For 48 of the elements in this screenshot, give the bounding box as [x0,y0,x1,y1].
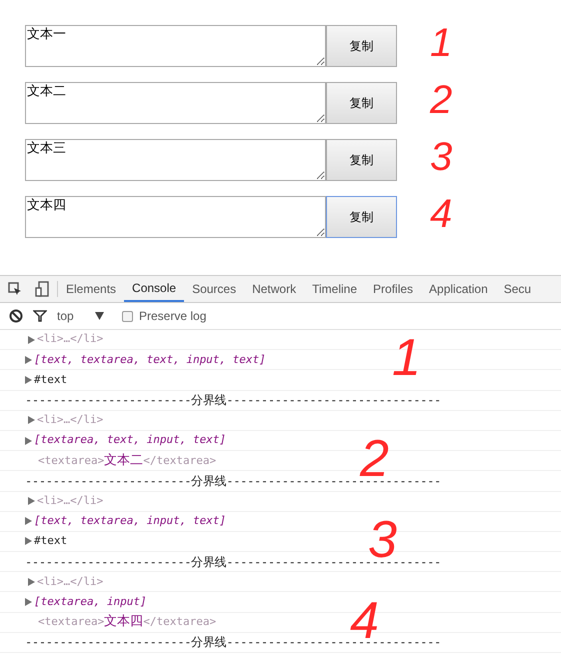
devtools-tab[interactable]: Network [244,276,304,302]
checkbox-label: Preserve log [139,308,206,325]
dropdown-icon[interactable] [95,312,104,320]
expand-triangle-icon[interactable] [25,517,32,526]
devtools-tab[interactable]: Console [124,276,184,302]
log-message: ------------------------分界线------------------------------- [25,392,441,410]
devtools-tab[interactable]: Sources [184,276,244,302]
copy-button[interactable]: 复制 [326,25,397,67]
text-area[interactable]: 文本四 [25,196,326,238]
expand-triangle-icon[interactable] [28,416,35,424]
expand-triangle-icon[interactable] [25,436,32,445]
copy-button[interactable]: 复制 [326,196,397,238]
filter-icon[interactable] [33,309,47,323]
devtools-tab[interactable]: Timeline [304,276,366,302]
device-icon[interactable] [35,281,49,297]
text-node[interactable]: #text [34,533,68,550]
handwritten-number: 1 [392,332,421,384]
expand-triangle-icon[interactable] [28,497,35,506]
array-output[interactable]: [text, textarea, text, input, text] [34,352,266,368]
text-area[interactable]: 文本三 [25,139,326,181]
text-area[interactable]: 文本二 [25,82,326,124]
inspect-icon[interactable] [8,282,22,296]
devtools-tab[interactable]: Elements [58,276,124,302]
checkbox[interactable] [122,310,133,322]
array-output[interactable]: [text, textarea, input, text] [34,513,226,530]
array-output[interactable]: [textarea, input] [34,594,147,610]
copy-button[interactable]: 复制 [326,139,397,181]
devtools-tab[interactable]: Application [421,276,496,302]
expand-triangle-icon[interactable] [25,537,32,546]
expand-triangle-icon[interactable] [28,336,35,344]
expand-triangle-icon[interactable] [25,356,32,364]
context-selector[interactable]: top [57,307,85,325]
element-output: <textarea>文本四</textarea> [38,613,216,632]
text-area[interactable]: 文本一 [25,25,326,67]
text-node[interactable]: #text [34,372,68,388]
array-output[interactable]: [textarea, text, input, text] [34,432,226,449]
handwritten-number: 4 [430,192,452,236]
devtools-tab[interactable]: Secu [496,276,540,302]
element-output: <textarea>文本二</textarea> [38,452,216,470]
expand-triangle-icon[interactable] [28,578,35,586]
expand-triangle-icon[interactable] [25,376,32,384]
copy-button[interactable]: 复制 [326,82,397,124]
handwritten-number: 2 [430,78,452,122]
handwritten-number: 3 [430,135,452,179]
devtools-tab[interactable]: Profiles [365,276,422,302]
handwritten-number: 1 [430,21,452,65]
clear-icon[interactable] [9,309,23,323]
expand-triangle-icon[interactable] [25,598,32,606]
